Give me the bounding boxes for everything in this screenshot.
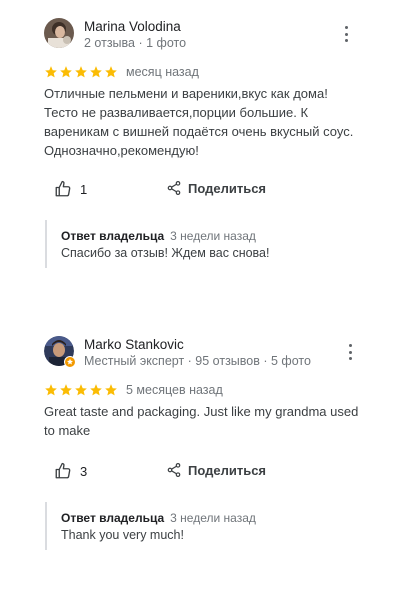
thumbs-up-icon (55, 180, 71, 197)
star-icon (60, 66, 72, 78)
share-button[interactable]: Поделиться (166, 180, 266, 196)
like-count: 3 (80, 463, 88, 479)
more-options-icon[interactable] (340, 26, 352, 42)
star-icon (90, 66, 102, 78)
reviewer-name[interactable]: Marina Volodina (84, 19, 181, 34)
owner-reply-title: Ответ владельца (61, 229, 165, 243)
share-button[interactable]: Поделиться (166, 462, 266, 478)
reviewer-meta: Местный эксперт · 95 отзывов · 5 фото (84, 354, 311, 368)
owner-reply-header: Ответ владельца 3 недели назад (61, 511, 256, 525)
review-header: Marko Stankovic Местный эксперт · 95 отз… (44, 336, 374, 370)
star-icon (75, 384, 87, 396)
owner-reply-title: Ответ владельца (61, 511, 165, 525)
reviewer-name[interactable]: Marko Stankovic (84, 337, 184, 352)
share-icon (167, 463, 181, 477)
star-rating (44, 383, 118, 397)
owner-reply: Ответ владельца 3 недели назад Thank you … (45, 502, 365, 550)
review-text: Отличные пельмени и вареники,вкус как до… (44, 86, 354, 158)
owner-reply-text: Thank you very much! (61, 528, 184, 542)
share-label: Поделиться (188, 180, 267, 196)
star-icon (45, 384, 57, 396)
like-button[interactable]: 3 (54, 462, 87, 480)
reviewer-avatar[interactable] (44, 18, 74, 48)
review-header: Marina Volodina 2 отзыва · 1 фото (44, 18, 374, 52)
share-icon (167, 181, 181, 195)
review-date: 5 месяцев назад (126, 383, 223, 397)
star-icon (90, 384, 102, 396)
more-options-icon[interactable] (344, 344, 356, 360)
star-icon (105, 66, 117, 78)
thumbs-up-icon (55, 462, 71, 479)
owner-reply-date: 3 недели назад (170, 511, 256, 525)
star-icon (75, 66, 87, 78)
like-button[interactable]: 1 (54, 180, 87, 198)
rating-row: месяц назад (44, 64, 199, 80)
share-label: Поделиться (188, 462, 267, 478)
review-actions: 1 Поделиться (54, 180, 354, 202)
reviewer-meta: 2 отзыва · 1 фото (84, 36, 187, 50)
review-date: месяц назад (126, 65, 199, 79)
star-rating (44, 65, 118, 79)
rating-row: 5 месяцев назад (44, 382, 223, 398)
local-guide-badge-icon (64, 356, 76, 368)
review-actions: 3 Поделиться (54, 462, 354, 484)
like-count: 1 (80, 181, 88, 197)
owner-reply-date: 3 недели назад (170, 229, 256, 243)
star-icon (105, 384, 117, 396)
owner-reply: Ответ владельца 3 недели назад Спасибо за… (45, 220, 365, 268)
star-icon (45, 66, 57, 78)
star-icon (60, 384, 72, 396)
review-text: Great taste and packaging. Just like my … (44, 404, 359, 438)
owner-reply-header: Ответ владельца 3 недели назад (61, 229, 256, 243)
reviewer-avatar[interactable] (44, 336, 76, 368)
owner-reply-text: Спасибо за отзыв! Ждем вас снова! (61, 246, 270, 260)
